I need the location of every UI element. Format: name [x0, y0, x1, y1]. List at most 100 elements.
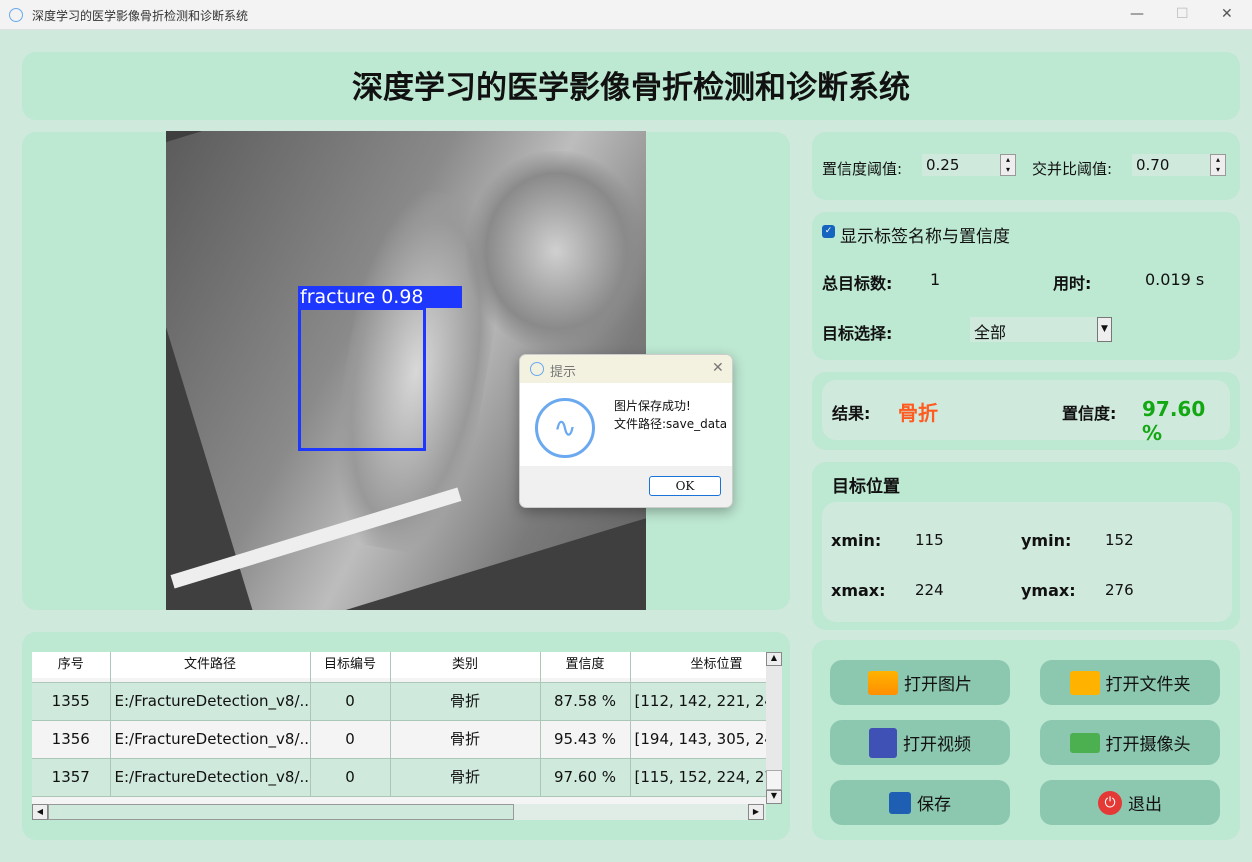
- dialog-ok-label: OK: [675, 479, 695, 493]
- open-folder-label: 打开文件夹: [1105, 675, 1191, 695]
- iou-threshold-input[interactable]: 0.70: [1132, 154, 1212, 176]
- ymax-value: 276: [1105, 581, 1134, 599]
- show-labels-checkbox[interactable]: ✓: [822, 225, 835, 238]
- app-icon: [9, 8, 23, 22]
- save-button[interactable]: 保存: [830, 780, 1010, 825]
- xmin-value: 115: [915, 531, 944, 549]
- cell: 87.58 %: [540, 682, 631, 721]
- open-folder-button[interactable]: 打开文件夹: [1040, 660, 1220, 705]
- iou-threshold-value: 0.70: [1136, 156, 1170, 174]
- col-conf[interactable]: 置信度: [540, 652, 631, 678]
- cell: 骨折: [390, 682, 541, 721]
- xmin-label: xmin:: [831, 531, 882, 550]
- chevron-down-icon[interactable]: ▼: [1097, 317, 1112, 342]
- video-icon: [869, 727, 897, 758]
- conf-threshold-value: 0.25: [926, 156, 960, 174]
- total-targets-value: 1: [930, 270, 941, 289]
- open-video-label: 打开视频: [903, 735, 971, 755]
- col-index[interactable]: 序号: [32, 652, 111, 678]
- open-camera-button[interactable]: 打开摄像头: [1040, 720, 1220, 765]
- open-video-button[interactable]: 打开视频: [830, 720, 1010, 765]
- save-label: 保存: [917, 795, 951, 815]
- target-select-value: 全部: [974, 323, 1007, 342]
- close-button[interactable]: ✕: [1221, 6, 1233, 22]
- iou-spin-buttons[interactable]: ▴ ▾: [1210, 154, 1226, 176]
- total-targets-label: 总目标数:: [822, 274, 893, 293]
- conf-threshold-input[interactable]: 0.25: [922, 154, 1002, 176]
- cell: 1355: [32, 682, 111, 721]
- dialog-app-icon: [530, 362, 544, 376]
- iou-threshold-label: 交并比阈值:: [1032, 160, 1113, 178]
- exit-button[interactable]: ⏻ 退出: [1040, 780, 1220, 825]
- power-icon: ⏻: [1098, 790, 1122, 815]
- fracture-icon: ∿: [535, 398, 595, 458]
- show-labels-label[interactable]: 显示标签名称与置信度: [840, 222, 1010, 247]
- table-row[interactable]: 1357 E:/FractureDetection_v8/... 0 骨折 97.60 …: [32, 758, 766, 797]
- xmax-label: xmax:: [831, 581, 886, 600]
- col-path[interactable]: 文件路径: [110, 652, 311, 678]
- detection-label: fracture 0.98: [298, 286, 462, 308]
- result-conf-label: 置信度:: [1062, 404, 1117, 423]
- conf-spin-buttons[interactable]: ▴ ▾: [1000, 154, 1016, 176]
- cell: 97.60 %: [540, 758, 631, 797]
- col-class[interactable]: 类别: [390, 652, 541, 678]
- ymin-label: ymin:: [1021, 531, 1072, 550]
- results-table[interactable]: 序号 文件路径 目标编号 类别 置信度 坐标位置 1355 E:/Fracture…: [32, 652, 766, 804]
- cell: [112, 142, 221, 240]: [630, 682, 766, 721]
- result-label: 结果:: [832, 404, 871, 423]
- cell: 骨折: [390, 720, 541, 759]
- minimize-button[interactable]: —: [1130, 6, 1144, 22]
- page-title: 深度学习的医学影像骨折检测和诊断系统: [352, 70, 910, 106]
- xmax-value: 224: [915, 581, 944, 599]
- title-bar: 深度学习的医学影像骨折检测和诊断系统 — ☐ ✕: [0, 0, 1252, 30]
- col-coords[interactable]: 坐标位置: [630, 652, 766, 678]
- cell: 1357: [32, 758, 111, 797]
- dialog-ok-button[interactable]: OK: [649, 476, 721, 496]
- threshold-panel: 置信度阈值: 0.25 ▴ ▾ 交并比阈值: 0.70 ▴ ▾: [812, 132, 1240, 200]
- window-title: 深度学习的医学影像骨折检测和诊断系统: [32, 9, 249, 23]
- dialog-message-line1: 图片保存成功!: [614, 399, 691, 413]
- cell: E:/FractureDetection_v8/...: [110, 720, 311, 759]
- cell: 0: [310, 682, 391, 721]
- conf-threshold-label: 置信度阈值:: [822, 160, 903, 178]
- target-select[interactable]: 全部 ▼: [970, 317, 1112, 342]
- horizontal-scrollbar[interactable]: ◀ ▶: [32, 804, 766, 820]
- camera-icon: [1069, 732, 1100, 753]
- ymax-label: ymax:: [1021, 581, 1076, 600]
- stats-panel: ✓ 显示标签名称与置信度 总目标数: 1 用时: 0.019 s 目标选择: 全…: [812, 212, 1240, 360]
- cell: [194, 143, 305, 245]: [630, 720, 766, 759]
- time-label: 用时:: [1053, 274, 1092, 293]
- ymin-value: 152: [1105, 531, 1134, 549]
- position-panel: 目标位置 xmin: 115 ymin: 152 xmax: 224 ymax:…: [812, 462, 1240, 630]
- folder-icon: [1069, 670, 1100, 695]
- dialog-message-line2: 文件路径:save_data: [614, 417, 728, 431]
- cell: 0: [310, 720, 391, 759]
- maximize-button[interactable]: ☐: [1176, 6, 1189, 22]
- image-icon: [868, 670, 898, 695]
- cell: 95.43 %: [540, 720, 631, 759]
- table-row[interactable]: 1355 E:/FractureDetection_v8/... 0 骨折 87.58 …: [32, 682, 766, 721]
- exit-label: 退出: [1128, 795, 1162, 815]
- time-value: 0.019 s: [1145, 270, 1205, 289]
- message-dialog: 提示 ✕ ∿ 图片保存成功! 文件路径:save_data OK: [519, 354, 733, 508]
- detection-box: [298, 307, 426, 451]
- open-camera-label: 打开摄像头: [1105, 735, 1191, 755]
- cell: E:/FractureDetection_v8/...: [110, 682, 311, 721]
- cell: 骨折: [390, 758, 541, 797]
- save-icon: [889, 791, 911, 814]
- vertical-scrollbar[interactable]: ▲ ▼: [766, 652, 782, 804]
- position-title: 目标位置: [832, 477, 900, 497]
- cell: 1356: [32, 720, 111, 759]
- table-row[interactable]: 1356 E:/FractureDetection_v8/... 0 骨折 95.43 …: [32, 720, 766, 759]
- col-target-id[interactable]: 目标编号: [310, 652, 391, 678]
- table-header: 序号 文件路径 目标编号 类别 置信度 坐标位置: [32, 652, 766, 678]
- result-value: 骨折: [898, 401, 938, 425]
- result-conf-value: 97.60 %: [1142, 397, 1206, 445]
- open-image-button[interactable]: 打开图片: [830, 660, 1010, 705]
- cell: E:/FractureDetection_v8/...: [110, 758, 311, 797]
- target-select-label: 目标选择:: [822, 324, 893, 343]
- open-image-label: 打开图片: [904, 675, 972, 695]
- cell: 0: [310, 758, 391, 797]
- dialog-close-icon[interactable]: ✕: [712, 360, 724, 376]
- result-panel: 结果: 骨折 置信度: 97.60 %: [812, 372, 1240, 450]
